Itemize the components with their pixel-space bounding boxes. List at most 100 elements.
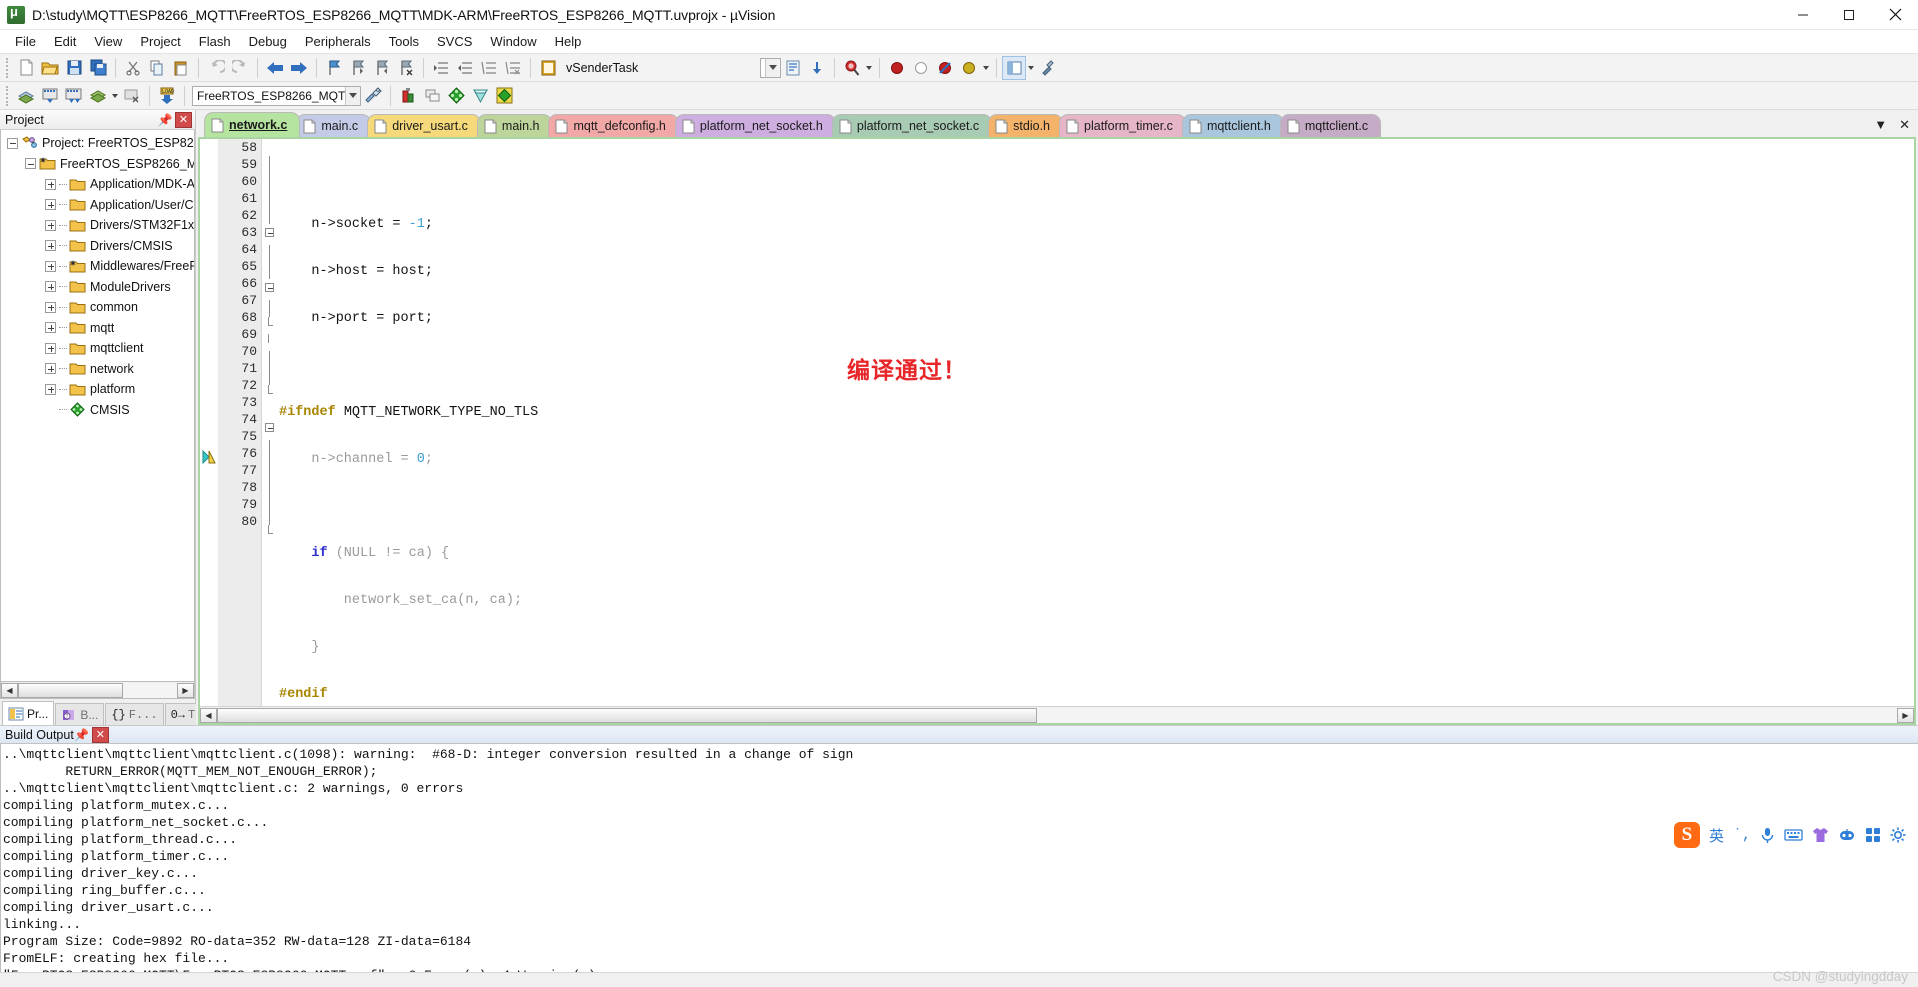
minimize-button[interactable]: [1780, 0, 1826, 30]
pack-manager-icon[interactable]: [492, 84, 516, 108]
menu-tools[interactable]: Tools: [380, 32, 428, 51]
scroll-right-button[interactable]: ▶: [1897, 707, 1914, 723]
editor-tab-mqttclient-h[interactable]: mqttclient.h: [1181, 114, 1284, 137]
components-icon[interactable]: [444, 84, 468, 108]
translate-icon[interactable]: [14, 84, 38, 108]
window-layout-icon[interactable]: [1002, 55, 1027, 80]
menu-help[interactable]: Help: [546, 32, 591, 51]
tree-item-cmsis[interactable]: CMSIS: [1, 400, 194, 421]
layout-dropdown-icon[interactable]: [1026, 56, 1036, 80]
menu-window[interactable]: Window: [481, 32, 545, 51]
expand-icon[interactable]: [45, 363, 56, 375]
expand-icon[interactable]: [45, 199, 56, 211]
close-icon[interactable]: ✕: [91, 726, 109, 743]
scroll-track[interactable]: [1037, 707, 1897, 723]
save-all-icon[interactable]: [86, 56, 110, 80]
indent-icon[interactable]: [429, 56, 453, 80]
new-file-icon[interactable]: [14, 56, 38, 80]
bookmark-clear-icon[interactable]: [394, 56, 418, 80]
breakpoint-disable-all-icon[interactable]: [957, 56, 981, 80]
expand-icon[interactable]: [45, 219, 56, 231]
marker-column[interactable]: [200, 139, 218, 706]
tree-item-network[interactable]: network: [1, 359, 194, 380]
bookmark-toggle-icon[interactable]: [322, 56, 346, 80]
editor-tab-network-c[interactable]: network.c: [204, 112, 301, 137]
bookmark-list-icon[interactable]: [781, 56, 805, 80]
scroll-right-button[interactable]: ▶: [177, 682, 194, 698]
tree-item-common[interactable]: common: [1, 297, 194, 318]
breakpoint-dropdown-icon[interactable]: [981, 56, 991, 80]
fold-toggle[interactable]: [262, 283, 277, 300]
editor-tab-mqtt-defconfig-h[interactable]: mqtt_defconfig.h: [548, 114, 679, 137]
tree-item-application-user[interactable]: Application/User/C: [1, 195, 194, 216]
close-icon[interactable]: ✕: [175, 111, 192, 128]
tab-books[interactable]: ? B...: [55, 703, 105, 725]
download-icon[interactable]: LOAD: [155, 84, 179, 108]
close-button[interactable]: [1872, 0, 1918, 30]
pin-icon[interactable]: 📌: [74, 727, 90, 743]
breakpoint-disable-icon[interactable]: [909, 56, 933, 80]
tree-item-target[interactable]: FreeRTOS_ESP8266_MQT: [1, 154, 194, 175]
build-toolbar-grip[interactable]: [6, 85, 10, 106]
emoji-icon[interactable]: [1838, 828, 1856, 842]
scroll-thumb[interactable]: [18, 682, 123, 698]
soft-keyboard-icon[interactable]: [1784, 828, 1803, 842]
tab-list-icon[interactable]: ▼: [1874, 117, 1887, 132]
voice-input-icon[interactable]: [1760, 827, 1775, 844]
sogou-logo-icon[interactable]: S: [1673, 822, 1700, 848]
tab-functions[interactable]: {} F...: [105, 703, 164, 725]
tab-project[interactable]: Pr...: [2, 701, 55, 725]
bookmark-next-icon[interactable]: [370, 56, 394, 80]
copy-icon[interactable]: [145, 56, 169, 80]
scroll-track[interactable]: [123, 682, 177, 698]
breakpoint-kill-icon[interactable]: [933, 56, 957, 80]
empty-combo[interactable]: [760, 57, 782, 78]
skin-icon[interactable]: [1812, 827, 1829, 843]
chevron-down-icon[interactable]: [765, 58, 781, 77]
undo-icon[interactable]: [204, 56, 228, 80]
build-output-text[interactable]: ..\mqttclient\mqttclient\mqttclient.c(10…: [0, 744, 1918, 972]
editor-tab-platform-net-socket-c[interactable]: platform_net_socket.c: [831, 114, 993, 137]
expand-icon[interactable]: [45, 342, 56, 354]
code-area[interactable]: 58 59 60 61 62 63 64 65 66 67 68 69 70 7…: [200, 139, 1914, 706]
cut-icon[interactable]: [121, 56, 145, 80]
language-mode-button[interactable]: 英: [1709, 825, 1724, 846]
fold-toggle[interactable]: [262, 423, 277, 440]
bookmark-prev-icon[interactable]: [346, 56, 370, 80]
outdent-icon[interactable]: [453, 56, 477, 80]
expand-icon[interactable]: [45, 260, 56, 272]
editor-tab-stdio-h[interactable]: stdio.h: [988, 114, 1064, 137]
tree-item-mqtt[interactable]: mqtt: [1, 318, 194, 339]
project-hscrollbar[interactable]: ◀ ▶: [0, 682, 195, 699]
editor-hscrollbar[interactable]: ◀ ▶: [200, 706, 1914, 723]
tree-item-project[interactable]: Project: FreeRTOS_ESP8266_: [1, 133, 194, 154]
batch-build-icon[interactable]: [86, 84, 110, 108]
collapse-icon[interactable]: [25, 158, 36, 170]
code-text[interactable]: n->socket = -1; n->host = host; n->port …: [277, 139, 1914, 706]
chevron-down-icon[interactable]: [345, 86, 361, 105]
tree-item-application-mdk[interactable]: Application/MDK-A: [1, 174, 194, 195]
save-icon[interactable]: [62, 56, 86, 80]
tree-item-drivers-stm32[interactable]: Drivers/STM32F1xx_: [1, 215, 194, 236]
manage-runtime-icon[interactable]: [396, 84, 420, 108]
menu-project[interactable]: Project: [131, 32, 189, 51]
editor-tab-platform-net-socket-h[interactable]: platform_net_socket.h: [674, 114, 836, 137]
redo-icon[interactable]: [228, 56, 252, 80]
tree-item-middlewares-freertos[interactable]: Middlewares/FreeR: [1, 256, 194, 277]
tab-close-icon[interactable]: ✕: [1899, 117, 1910, 133]
tree-item-drivers-cmsis[interactable]: Drivers/CMSIS: [1, 236, 194, 257]
navigate-back-icon[interactable]: [263, 56, 287, 80]
menu-edit[interactable]: Edit: [45, 32, 85, 51]
expand-icon[interactable]: [45, 301, 56, 313]
tree-item-moduledrivers[interactable]: ModuleDrivers: [1, 277, 194, 298]
build-icon[interactable]: [38, 84, 62, 108]
scroll-left-button[interactable]: ◀: [1, 682, 18, 698]
expand-icon[interactable]: [45, 281, 56, 293]
editor-tab-driver-usart-c[interactable]: driver_usart.c: [367, 114, 481, 137]
maximize-button[interactable]: [1826, 0, 1872, 30]
navigate-forward-icon[interactable]: [287, 56, 311, 80]
target-selector[interactable]: FreeRTOS_ESP8266_MQT: [192, 85, 362, 106]
insert-icon[interactable]: [805, 56, 829, 80]
scroll-thumb[interactable]: [217, 707, 1037, 723]
fold-toggle[interactable]: [262, 228, 277, 245]
